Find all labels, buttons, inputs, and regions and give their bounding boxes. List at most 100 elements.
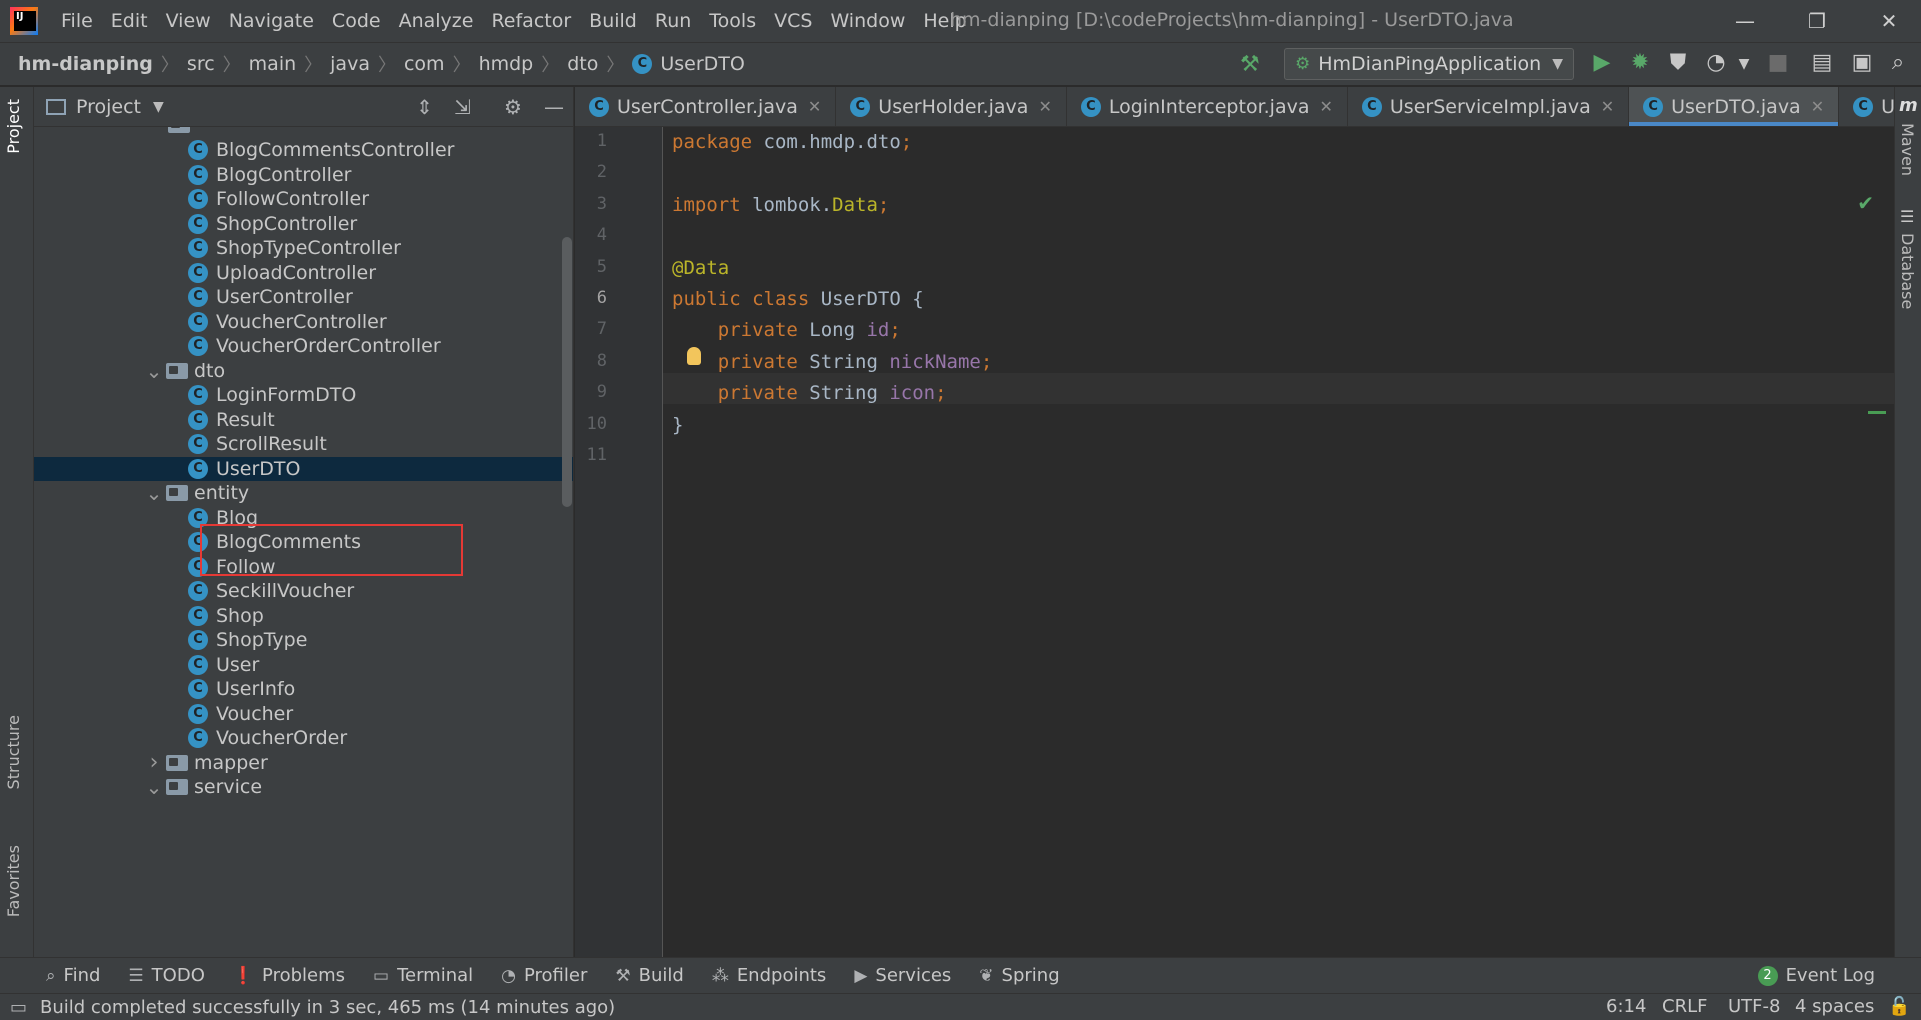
side-tab-maven[interactable]: Maven — [1898, 123, 1917, 176]
status-toggle-icon[interactable]: ▭ — [10, 997, 27, 1018]
debug-icon[interactable]: ✹ — [1625, 50, 1655, 75]
side-tab-project[interactable]: Project — [4, 99, 23, 154]
status-message[interactable]: Build completed successfully in 3 sec, 4… — [40, 997, 615, 1018]
chevron-down-icon[interactable]: ⌄ — [142, 481, 166, 505]
code-line[interactable]: public class UserDTO { — [672, 284, 924, 315]
presentation-icon[interactable]: ▣ — [1847, 50, 1877, 75]
tab-userserviceimpl-java[interactable]: C UserServiceImpl.java ✕ — [1348, 87, 1630, 126]
file-encoding[interactable]: UTF-8 — [1728, 996, 1780, 1017]
menu-item-analyze[interactable]: Analyze — [390, 10, 483, 32]
tree-item-voucherordercontroller[interactable]: C VoucherOrderController — [34, 334, 573, 359]
breadcrumb-main[interactable]: main — [243, 53, 302, 75]
tree-item-blog[interactable]: C Blog — [34, 506, 573, 531]
breadcrumb-dto[interactable]: dto — [561, 53, 604, 75]
menu-item-navigate[interactable]: Navigate — [220, 10, 323, 32]
tree-item-shoptypecontroller[interactable]: C ShopTypeController — [34, 236, 573, 261]
tool-spring[interactable]: ❦ Spring — [979, 965, 1059, 986]
code-line[interactable]: import lombok.Data; — [672, 190, 889, 221]
stop-icon[interactable]: ■ — [1763, 50, 1793, 75]
side-tab-database[interactable]: Database — [1898, 233, 1917, 309]
tree-item-blogcomments[interactable]: C BlogComments — [34, 530, 573, 555]
tree-item-userinfo[interactable]: C UserInfo — [34, 677, 573, 702]
close-icon[interactable]: ✕ — [1601, 97, 1614, 116]
breadcrumb-current-file[interactable]: C UserDTO — [626, 53, 751, 75]
tree-item-followcontroller[interactable]: C FollowController — [34, 187, 573, 212]
side-tab-structure[interactable]: Structure — [4, 715, 23, 789]
code-area[interactable]: package com.hmdp.dto; import lombok.Data;… — [672, 127, 1894, 957]
tree-item-mapper[interactable]: › mapper — [34, 750, 573, 775]
menu-item-tools[interactable]: Tools — [700, 10, 765, 32]
menu-item-code[interactable]: Code — [323, 10, 390, 32]
tool-endpoints[interactable]: ⁂ Endpoints — [712, 965, 827, 986]
tree-item-user[interactable]: C User — [34, 653, 573, 678]
code-line[interactable]: @Data — [672, 253, 729, 284]
profile-icon[interactable]: ◔ — [1701, 50, 1731, 75]
project-panel-title[interactable]: Project — [76, 96, 141, 118]
run-configuration-select[interactable]: ⚙ HmDianPingApplication ▼ — [1284, 48, 1574, 80]
tree-item-entity[interactable]: ⌄ entity — [34, 481, 573, 506]
tree-item-shopcontroller[interactable]: C ShopController — [34, 212, 573, 237]
lock-icon[interactable]: 🔓 — [1888, 996, 1910, 1017]
tab-userholder-java[interactable]: C UserHolder.java ✕ — [836, 87, 1067, 126]
caret-position[interactable]: 6:14 — [1606, 996, 1646, 1017]
tool-find[interactable]: ⌕ Find — [46, 965, 100, 986]
breadcrumb-hmdp[interactable]: hmdp — [473, 53, 540, 75]
tree-item-userdto[interactable]: C UserDTO — [34, 456, 573, 481]
breadcrumb-src[interactable]: src — [181, 53, 221, 75]
project-structure-icon[interactable]: ▤ — [1807, 50, 1837, 75]
chevron-down-icon[interactable]: ▼ — [153, 99, 164, 115]
tree-item-scrollresult[interactable]: C ScrollResult — [34, 432, 573, 457]
tree-item-vouchercontroller[interactable]: C VoucherController — [34, 310, 573, 335]
tree-item-uploadcontroller[interactable]: C UploadController — [34, 261, 573, 286]
run-icon[interactable]: ▶ — [1587, 50, 1617, 75]
project-tree-scrollbar[interactable] — [562, 237, 572, 507]
breadcrumb-com[interactable]: com — [398, 53, 451, 75]
indent-setting[interactable]: 4 spaces — [1795, 996, 1874, 1017]
code-line[interactable]: } — [672, 410, 683, 441]
tree-item-shoptype[interactable]: C ShopType — [34, 628, 573, 653]
coverage-icon[interactable]: ⛊ — [1663, 50, 1693, 75]
tree-item-loginformdto[interactable]: C LoginFormDTO — [34, 383, 573, 408]
tab-logininterceptor-java[interactable]: C LoginInterceptor.java ✕ — [1067, 87, 1348, 126]
gear-icon[interactable]: ⚙ — [504, 95, 522, 119]
menu-item-refactor[interactable]: Refactor — [482, 10, 580, 32]
menu-item-file[interactable]: File — [52, 10, 102, 32]
expand-all-icon[interactable]: ⇕ — [416, 95, 433, 119]
minimize-button[interactable]: — — [1725, 6, 1765, 36]
chevron-down-icon[interactable]: ⌄ — [142, 359, 166, 383]
tree-item-follow[interactable]: C Follow — [34, 555, 573, 580]
close-window-button[interactable]: ✕ — [1869, 6, 1909, 36]
menu-item-run[interactable]: Run — [646, 10, 700, 32]
search-everywhere-icon[interactable]: ⌕ — [1883, 50, 1913, 75]
menu-item-view[interactable]: View — [157, 10, 220, 32]
tool-todo[interactable]: ☰ TODO — [128, 965, 204, 986]
tree-item-voucherorder[interactable]: C VoucherOrder — [34, 726, 573, 751]
collapse-all-icon[interactable]: ⇲ — [454, 95, 471, 119]
hide-panel-icon[interactable]: — — [544, 95, 564, 119]
tree-item-result[interactable]: C Result — [34, 408, 573, 433]
tree-item-seckillvoucher[interactable]: C SeckillVoucher — [34, 579, 573, 604]
tree-item-blogcommentscontroller[interactable]: C BlogCommentsController — [34, 138, 573, 163]
menu-item-build[interactable]: Build — [580, 10, 646, 32]
tool-problems[interactable]: ❗ Problems — [233, 965, 345, 986]
code-line[interactable]: private String icon; — [672, 378, 947, 409]
build-hammer-icon[interactable]: ⚒ — [1240, 52, 1260, 77]
menu-item-vcs[interactable]: VCS — [765, 10, 821, 32]
code-line[interactable]: private String nickName; — [672, 347, 993, 378]
lightbulb-icon[interactable] — [687, 347, 701, 365]
code-line[interactable]: package com.hmdp.dto; — [672, 127, 912, 158]
close-icon[interactable]: ✕ — [1319, 97, 1332, 116]
tab-usercontroller-java[interactable]: C UserController.java ✕ — [575, 87, 837, 126]
tool-services[interactable]: ▶ Services — [854, 965, 951, 986]
menu-item-edit[interactable]: Edit — [102, 10, 157, 32]
tool-profiler[interactable]: ◔ Profiler — [501, 965, 587, 986]
tree-item-shop[interactable]: C Shop — [34, 604, 573, 629]
breadcrumb-java[interactable]: java — [324, 53, 376, 75]
more-run-options-icon[interactable]: ▼ — [1729, 56, 1759, 72]
chevron-right-icon[interactable]: › — [142, 750, 166, 775]
code-line[interactable]: private Long id; — [672, 315, 901, 346]
tree-item-dto[interactable]: ⌄ dto — [34, 359, 573, 384]
event-log-button[interactable]: 2 Event Log — [1757, 965, 1875, 986]
side-tab-favorites[interactable]: Favorites — [4, 845, 23, 917]
tree-item-service[interactable]: ⌄ service — [34, 775, 573, 800]
